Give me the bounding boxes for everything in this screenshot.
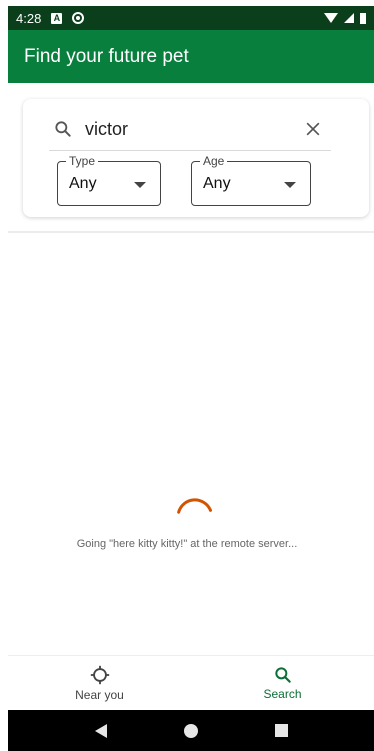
system-navigation-bar <box>8 710 374 751</box>
status-time: 4:28 <box>16 10 42 26</box>
type-select-value: Any <box>69 175 97 192</box>
close-icon[interactable] <box>303 119 323 139</box>
divider <box>8 231 374 233</box>
dropdown-caret-icon <box>134 182 146 188</box>
search-bar: victor <box>49 111 331 151</box>
battery-icon <box>360 12 366 24</box>
nav-label-near-you: Near you <box>75 687 124 702</box>
search-card: victor Type Any Age Any <box>23 99 369 217</box>
app-bar: Find your future pet <box>8 30 374 83</box>
home-icon[interactable] <box>183 723 198 738</box>
type-select[interactable]: Type Any <box>57 154 161 206</box>
loading-spinner-icon <box>177 498 212 514</box>
nav-item-search[interactable]: Search <box>191 656 374 709</box>
bottom-navigation: Near you Search <box>8 655 374 709</box>
page-title: Find your future pet <box>24 45 189 67</box>
recents-icon[interactable] <box>274 724 288 737</box>
nav-item-near-you[interactable]: Near you <box>8 656 191 709</box>
signal-icon <box>344 13 354 23</box>
app-screen: 4:28 A Find your future pet victor Type <box>0 0 374 751</box>
status-right <box>324 12 366 24</box>
age-select[interactable]: Age Any <box>191 154 311 206</box>
nav-label-search: Search <box>263 686 302 701</box>
loading-message: Going "here kitty kitty!" at the remote … <box>76 538 298 550</box>
dropdown-caret-icon <box>284 182 296 188</box>
sync-circle-icon <box>72 12 85 24</box>
search-icon <box>55 121 71 137</box>
type-select-label: Type <box>66 154 99 168</box>
back-icon[interactable] <box>94 723 107 738</box>
a-badge-icon: A <box>51 12 63 24</box>
age-select-label: Age <box>200 154 228 168</box>
age-select-value: Any <box>203 175 231 192</box>
location-crosshair-icon <box>90 665 109 684</box>
search-input[interactable]: victor <box>85 119 128 140</box>
search-icon <box>274 666 291 683</box>
status-left: 4:28 A <box>16 10 85 26</box>
status-bar: 4:28 A <box>8 6 374 30</box>
wifi-icon <box>324 13 338 23</box>
